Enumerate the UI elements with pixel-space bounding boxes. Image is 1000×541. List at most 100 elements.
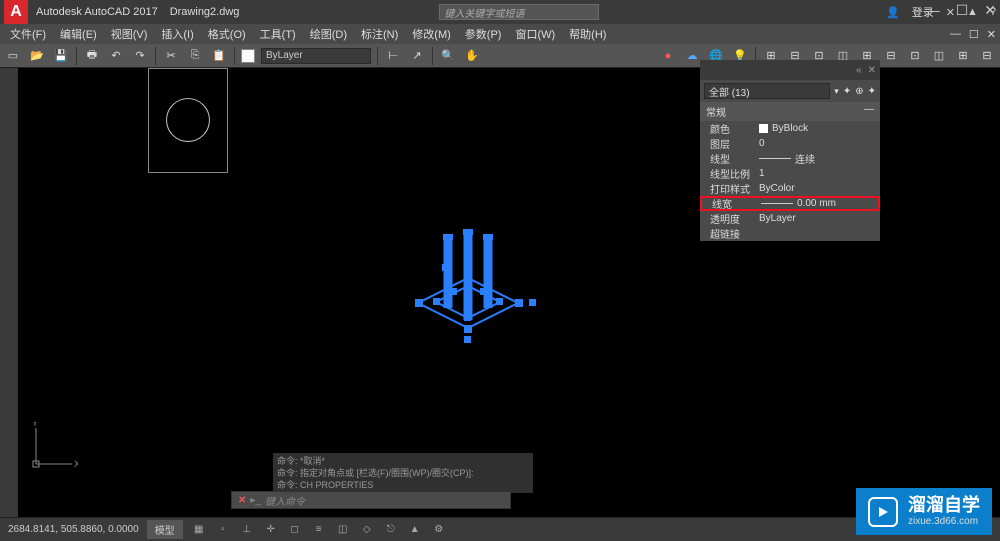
pan-icon[interactable]: ✋	[463, 47, 481, 65]
menu-help[interactable]: 帮助(H)	[563, 24, 612, 44]
color-swatch-icon	[759, 124, 768, 133]
rec-icon[interactable]: ●	[659, 47, 677, 65]
props-value[interactable]: ByLayer	[759, 213, 876, 224]
grid-icon[interactable]: ▦	[191, 522, 207, 538]
svg-text:X: X	[74, 459, 78, 469]
new-icon[interactable]: ▭	[4, 47, 22, 65]
undo-icon[interactable]: ↶	[107, 47, 125, 65]
color-swatch[interactable]	[241, 49, 255, 63]
print-icon[interactable]: 🖶	[83, 47, 101, 65]
doc-max-icon[interactable]: ☐	[969, 28, 979, 41]
props-value[interactable]: ByColor	[759, 183, 876, 194]
v10-icon[interactable]: ⊟	[978, 47, 996, 65]
leader-icon[interactable]: ↗	[408, 47, 426, 65]
menu-param[interactable]: 参数(P)	[459, 24, 508, 44]
watermark: 溜溜自学 zixue.3d66.com	[856, 488, 992, 535]
copy-icon[interactable]: ⎘	[186, 47, 204, 65]
props-row[interactable]: 图层0	[700, 136, 880, 151]
trans-icon[interactable]: ◫	[335, 522, 351, 538]
props-label: 线型比例	[704, 166, 759, 181]
props-row[interactable]: 超链接	[700, 226, 880, 241]
save-icon[interactable]: 💾	[52, 47, 70, 65]
props-label: 超链接	[704, 226, 759, 241]
lwt-icon[interactable]: ≡	[311, 522, 327, 538]
cmd-line: 命令: *取消*	[277, 455, 529, 467]
cloud-icon[interactable]: ☁	[683, 47, 701, 65]
props-value[interactable]: 0	[759, 138, 876, 149]
menu-format[interactable]: 格式(O)	[202, 24, 252, 44]
user-icon[interactable]: 👤	[886, 6, 900, 19]
menu-edit[interactable]: 编辑(E)	[54, 24, 103, 44]
props-section-header[interactable]: 常规 —	[700, 102, 880, 121]
dim-icon[interactable]: ⊢	[384, 47, 402, 65]
ucs-icon: Y X	[28, 422, 78, 477]
cmd-chevron-icon: ▸_	[250, 495, 261, 506]
props-row[interactable]: 透明度ByLayer	[700, 211, 880, 226]
menu-dim[interactable]: 标注(N)	[355, 24, 404, 44]
props-row[interactable]: 线型连续	[700, 151, 880, 166]
minimize-icon[interactable]: —	[926, 2, 940, 19]
selected-object[interactable]	[388, 228, 548, 363]
props-row[interactable]: 线宽0.00 mm	[700, 196, 880, 211]
command-input[interactable]: ✕ ▸_ 键入命令	[231, 491, 511, 509]
ws-icon[interactable]: ⚙	[431, 522, 447, 538]
osnap-icon[interactable]: ◻	[287, 522, 303, 538]
ortho-icon[interactable]: ⊥	[239, 522, 255, 538]
props-label: 线宽	[706, 196, 761, 211]
polar-icon[interactable]: ✛	[263, 522, 279, 538]
menu-window[interactable]: 窗口(W)	[509, 24, 561, 44]
layer-dropdown[interactable]: ByLayer	[261, 48, 371, 64]
menu-file[interactable]: 文件(F)	[4, 24, 52, 44]
props-section-label: 常规	[706, 104, 726, 119]
props-value[interactable]: 连续	[759, 151, 876, 166]
menu-insert[interactable]: 插入(I)	[155, 24, 199, 44]
doc-close-icon[interactable]: ✕	[987, 28, 996, 41]
props-value[interactable]: ByBlock	[759, 123, 876, 134]
svg-text:Y: Y	[32, 422, 38, 428]
props-sel-icon[interactable]: ✦	[868, 86, 876, 97]
scale-icon[interactable]: ▲	[407, 522, 423, 538]
props-row[interactable]: 线型比例1	[700, 166, 880, 181]
model-tab[interactable]: 模型	[147, 520, 183, 539]
props-toggle-icon[interactable]: ▾	[834, 86, 839, 97]
ann-icon[interactable]: ⎋	[383, 522, 399, 538]
props-value[interactable]: 0.00 mm	[761, 198, 874, 209]
maximize-icon[interactable]: ☐	[956, 2, 969, 19]
props-filter-dropdown[interactable]: 全部 (13)	[704, 83, 830, 99]
props-row[interactable]: 打印样式ByColor	[700, 181, 880, 196]
watermark-sub: zixue.3d66.com	[908, 516, 980, 527]
props-pick-icon[interactable]: ✦	[843, 86, 851, 97]
title-bar: A Autodesk AutoCAD 2017 Drawing2.dwg 键入关…	[0, 0, 1000, 24]
menu-draw[interactable]: 绘图(D)	[304, 24, 353, 44]
props-row[interactable]: 颜色ByBlock	[700, 121, 880, 136]
circle-object[interactable]	[148, 68, 228, 173]
snap-icon[interactable]: ▫	[215, 522, 231, 538]
status-bar: 2684.8141, 505.8860, 0.0000 模型 ▦ ▫ ⊥ ✛ ◻…	[0, 517, 1000, 541]
open-icon[interactable]: 📂	[28, 47, 46, 65]
menu-bar: 文件(F) 编辑(E) 视图(V) 插入(I) 格式(O) 工具(T) 绘图(D…	[0, 24, 1000, 44]
menu-modify[interactable]: 修改(M)	[406, 24, 457, 44]
v7-icon[interactable]: ⊡	[906, 47, 924, 65]
app-icon[interactable]: A	[4, 0, 28, 24]
menu-tools[interactable]: 工具(T)	[254, 24, 302, 44]
coords: 2684.8141, 505.8860, 0.0000	[8, 524, 139, 535]
cut-icon[interactable]: ✂	[162, 47, 180, 65]
doc-min-icon[interactable]: —	[950, 28, 961, 41]
zoom-icon[interactable]: 🔍	[439, 47, 457, 65]
cmd-placeholder: 键入命令	[265, 493, 305, 508]
props-close-icon[interactable]: ✕	[868, 65, 876, 76]
close-icon[interactable]: ✕	[984, 2, 996, 19]
menu-view[interactable]: 视图(V)	[105, 24, 154, 44]
props-quick-icon[interactable]: ⊕	[855, 86, 863, 97]
collapse-icon[interactable]: —	[864, 104, 874, 119]
search-input[interactable]: 键入关键字或短语	[439, 4, 599, 20]
paste-icon[interactable]: 📋	[210, 47, 228, 65]
qs-icon[interactable]: ◇	[359, 522, 375, 538]
v9-icon[interactable]: ⊞	[954, 47, 972, 65]
v6-icon[interactable]: ⊟	[882, 47, 900, 65]
props-tab-arrow-icon[interactable]: «	[856, 65, 862, 76]
props-value[interactable]: 1	[759, 168, 876, 179]
cmd-close-icon[interactable]: ✕	[238, 495, 246, 506]
redo-icon[interactable]: ↷	[131, 47, 149, 65]
v8-icon[interactable]: ◫	[930, 47, 948, 65]
